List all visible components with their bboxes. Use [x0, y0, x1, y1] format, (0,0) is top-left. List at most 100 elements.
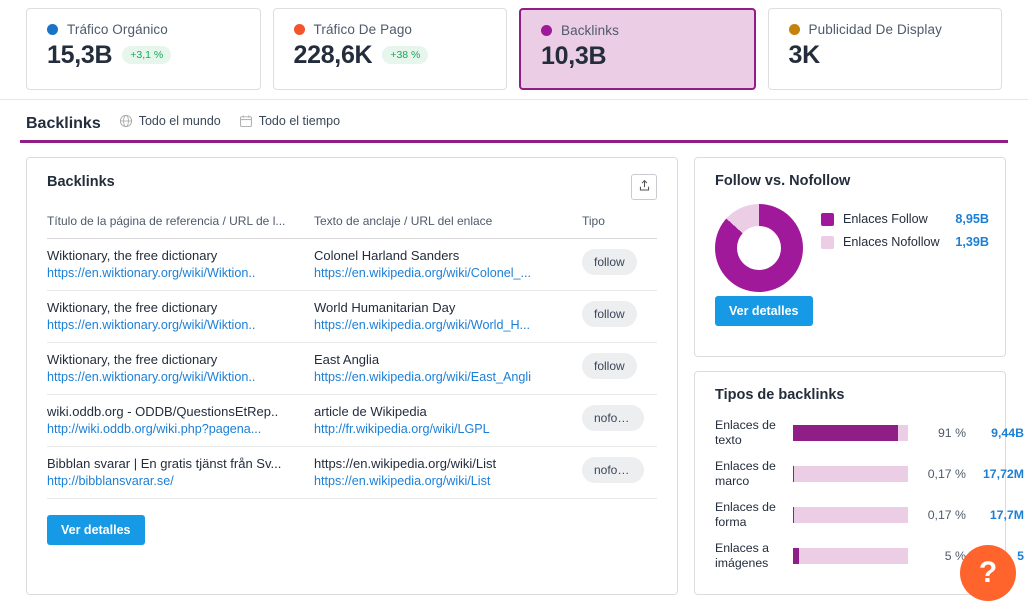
legend-label: Enlaces Nofollow	[843, 235, 940, 249]
cell-referring-page: Wiktionary, the free dictionary https://…	[47, 290, 314, 343]
column-header-anchor[interactable]: Texto de anclaje / URL del enlace	[314, 214, 582, 239]
kpi-card-organic-traffic[interactable]: Tráfico Orgánico 15,3B +3,1 %	[26, 7, 261, 90]
kpi-value: 3K	[788, 40, 821, 69]
type-badge: nofoll...	[582, 404, 644, 431]
table-body: Wiktionary, the free dictionary https://…	[47, 238, 657, 499]
table-row: Bibblan svarar | En gratis tjänst från S…	[47, 446, 657, 499]
cell-type: follow	[582, 238, 657, 291]
filter-location[interactable]: Todo el mundo	[119, 114, 221, 128]
table-row: wiki.oddb.org - ODDB/QuestionsEtRep.. ht…	[47, 394, 657, 447]
export-button[interactable]	[631, 174, 657, 200]
anchor-url[interactable]: https://en.wikipedia.org/wiki/Colonel_..…	[314, 266, 582, 280]
main-content: Backlinks Título de la página de referen…	[0, 143, 1028, 595]
legend-label: Enlaces Follow	[843, 212, 928, 226]
export-upload-icon	[638, 179, 651, 195]
type-percent: 0,17 %	[927, 466, 966, 481]
referring-page-url[interactable]: https://en.wiktionary.org/wiki/Wiktion..	[47, 318, 314, 332]
kpi-card-display-advertising[interactable]: Publicidad De Display 3K	[767, 7, 1002, 90]
type-badge: follow	[582, 352, 637, 379]
cell-type: nofoll...	[582, 446, 657, 499]
organic-traffic-dot-icon	[47, 23, 58, 35]
bar-track	[793, 547, 908, 564]
column-header-type[interactable]: Tipo	[582, 214, 657, 239]
legend-value[interactable]: 1,39B	[955, 235, 989, 249]
type-label: Enlaces a imágenes	[715, 541, 770, 570]
kpi-delta-badge: +3,1 %	[122, 46, 172, 64]
display-advertising-dot-icon	[788, 23, 800, 35]
referring-page-url[interactable]: http://bibblansvarar.se/	[47, 474, 314, 488]
anchor-text: https://en.wikipedia.org/wiki/List	[314, 456, 497, 471]
donut-footer: Ver detalles	[715, 296, 989, 326]
type-value[interactable]: 17,7M	[972, 508, 1024, 522]
referring-page-title: Wiktionary, the free dictionary	[47, 352, 218, 367]
follow-nofollow-panel: Follow vs. Nofollow Enlaces Follow 8,95B	[694, 157, 1006, 357]
bar-track	[793, 424, 908, 441]
page-root: Tráfico Orgánico 15,3B +3,1 % Tráfico De…	[0, 0, 1028, 611]
right-column: Follow vs. Nofollow Enlaces Follow 8,95B	[694, 157, 1024, 595]
cell-type: nofoll...	[582, 394, 657, 447]
anchor-text: article de Wikipedia	[314, 404, 427, 419]
type-row-image-links: Enlaces a imágenes 5 % 5	[715, 535, 1024, 576]
referring-page-url[interactable]: https://en.wiktionary.org/wiki/Wiktion..	[47, 266, 314, 280]
referring-page-title: Wiktionary, the free dictionary	[47, 300, 218, 315]
legend-value[interactable]: 8,95B	[955, 212, 989, 226]
filter-period-label: Todo el tiempo	[258, 114, 341, 128]
type-percent: 0,17 %	[927, 507, 966, 522]
cell-referring-page: Wiktionary, the free dictionary https://…	[47, 238, 314, 291]
kpi-head: Publicidad De Display	[788, 21, 1002, 37]
backlinks-table: Título de la página de referencia / URL …	[47, 214, 657, 499]
bar-fill	[793, 547, 799, 564]
kpi-value: 228,6K	[293, 40, 373, 69]
bar-fill	[793, 424, 898, 441]
backlinks-view-details-button[interactable]: Ver detalles	[47, 515, 145, 545]
kpi-value-row: 228,6K +38 %	[294, 41, 507, 70]
type-row-frame-links: Enlaces de marco 0,17 % 17,72M	[715, 453, 1024, 494]
cell-referring-page: wiki.oddb.org - ODDB/QuestionsEtRep.. ht…	[47, 394, 314, 447]
table-footer: Ver detalles	[47, 515, 657, 545]
referring-page-title: Wiktionary, the free dictionary	[47, 248, 218, 263]
anchor-text: East Anglia	[314, 352, 380, 367]
referring-page-url[interactable]: http://wiki.oddb.org/wiki.php?pagena...	[47, 422, 314, 436]
backlink-types-panel: Tipos de backlinks Enlaces de texto 91 %…	[694, 371, 1024, 595]
type-value[interactable]: 9,44B	[972, 426, 1024, 440]
kpi-card-backlinks[interactable]: Backlinks 10,3B	[519, 7, 756, 90]
follow-view-details-button[interactable]: Ver detalles	[715, 296, 813, 326]
type-row-text-links: Enlaces de texto 91 % 9,44B	[715, 412, 1024, 453]
kpi-value-row: 10,3B	[541, 42, 754, 71]
referring-page-url[interactable]: https://en.wiktionary.org/wiki/Wiktion..	[47, 370, 314, 384]
kpi-card-paid-traffic[interactable]: Tráfico De Pago 228,6K +38 %	[272, 7, 507, 90]
table-row: Wiktionary, the free dictionary https://…	[47, 342, 657, 395]
bar-track	[793, 465, 908, 482]
type-label: Enlaces de forma	[715, 500, 776, 529]
donut-legend: Enlaces Follow 8,95B Enlaces Nofollow 1,…	[821, 204, 989, 258]
follow-nofollow-title: Follow vs. Nofollow	[715, 173, 851, 189]
cell-anchor: Colonel Harland Sanders https://en.wikip…	[314, 238, 582, 291]
type-percent: 91 %	[937, 425, 966, 440]
kpi-head: Tráfico De Pago	[293, 22, 507, 37]
anchor-url[interactable]: http://fr.wikipedia.org/wiki/LGPL	[314, 422, 582, 436]
kpi-label: Publicidad De Display	[808, 21, 942, 37]
kpi-value: 10,3B	[541, 41, 607, 70]
backlinks-dot-icon	[541, 24, 552, 36]
nofollow-swatch-icon	[821, 235, 834, 249]
backlink-types-list: Enlaces de texto 91 % 9,44B Enlaces de m…	[715, 412, 1024, 576]
cell-type: follow	[582, 342, 657, 395]
legend-item-follow: Enlaces Follow 8,95B	[821, 212, 989, 226]
cell-anchor: World Humanitarian Day https://en.wikipe…	[314, 290, 582, 343]
table-row: Wiktionary, the free dictionary https://…	[47, 290, 657, 343]
type-label: Enlaces de texto	[715, 418, 776, 447]
kpi-label: Backlinks	[561, 22, 619, 38]
type-value[interactable]: 17,72M	[972, 467, 1024, 481]
cell-anchor: article de Wikipedia http://fr.wikipedia…	[314, 394, 582, 447]
anchor-text: World Humanitarian Day	[314, 300, 456, 315]
filter-period[interactable]: Todo el tiempo	[239, 114, 340, 128]
type-row-form-links: Enlaces de forma 0,17 % 17,7M	[715, 494, 1024, 535]
calendar-icon	[239, 114, 253, 128]
anchor-url[interactable]: https://en.wikipedia.org/wiki/East_Angli	[314, 370, 582, 384]
anchor-url[interactable]: https://en.wikipedia.org/wiki/List	[314, 474, 582, 488]
help-button[interactable]: ?	[960, 545, 1016, 601]
donut-chart-area: Enlaces Follow 8,95B Enlaces Nofollow 1,…	[715, 204, 989, 292]
anchor-url[interactable]: https://en.wikipedia.org/wiki/World_H...	[314, 318, 582, 332]
column-header-referring-page[interactable]: Título de la página de referencia / URL …	[47, 214, 314, 239]
kpi-value-row: 15,3B +3,1 %	[47, 41, 260, 70]
